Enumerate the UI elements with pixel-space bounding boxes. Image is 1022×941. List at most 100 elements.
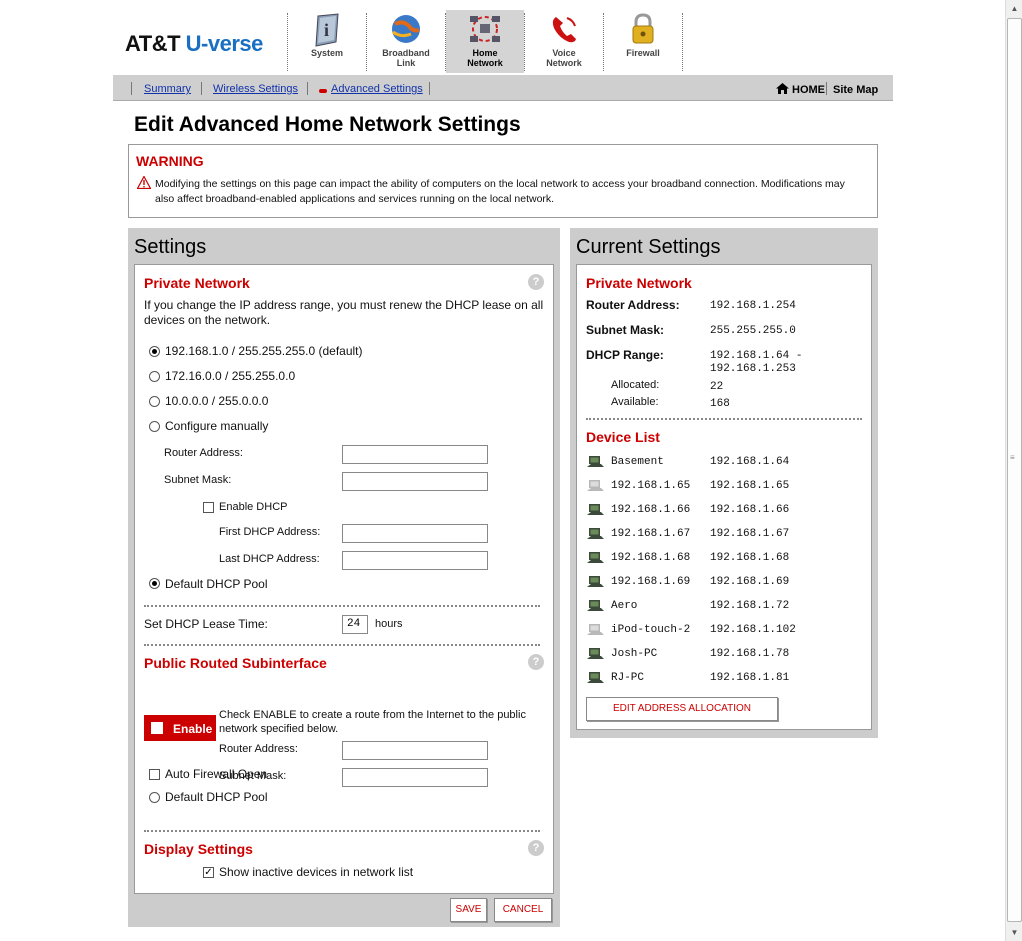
radio-192-network[interactable] (149, 346, 160, 357)
wireless-settings-link[interactable]: Wireless Settings (213, 83, 298, 95)
device-name: 192.168.1.67 (611, 528, 691, 540)
device-name: 192.168.1.69 (611, 576, 691, 588)
current-settings-heading: Current Settings (576, 236, 721, 258)
help-icon[interactable]: ? (528, 654, 544, 670)
first-dhcp-address-input[interactable] (342, 524, 488, 543)
dhcp-range-start: 192.168.1.64 - (710, 350, 803, 362)
auto-firewall-open-checkbox[interactable] (149, 769, 160, 780)
home-link[interactable]: HOME (792, 84, 825, 96)
enable-checkbox[interactable] (151, 722, 163, 734)
device-name: Basement (611, 456, 664, 468)
computer-icon (587, 528, 604, 539)
device-name: 192.168.1.65 (611, 480, 691, 492)
computer-icon (587, 576, 604, 587)
divider (144, 644, 540, 646)
current-settings-content: Private Network Router Address: 192.168.… (576, 264, 872, 730)
device-ip: 192.168.1.67 (710, 528, 790, 540)
device-ip: 192.168.1.66 (710, 504, 790, 516)
device-name: RJ-PC (611, 672, 645, 684)
dhcp-range-end: 192.168.1.253 (710, 363, 796, 375)
tab-home-network[interactable]: Home Network (446, 10, 524, 73)
divider (586, 418, 862, 420)
device-name: Josh-PC (611, 648, 658, 660)
current-subnet-mask: 255.255.255.0 (710, 325, 796, 337)
cancel-button[interactable]: CANCEL (494, 898, 552, 922)
warning-title: WARNING (136, 153, 204, 169)
settings-heading: Settings (134, 236, 207, 258)
device-ip: 192.168.1.64 (710, 456, 790, 468)
public-router-address-input[interactable] (342, 741, 488, 760)
radio-configure-manually[interactable] (149, 421, 160, 432)
enable-public-subinterface-toggle[interactable]: Enable (144, 715, 216, 741)
available-count: 168 (710, 398, 730, 410)
device-name: Aero (611, 600, 638, 612)
computer-icon (587, 648, 604, 659)
enable-dhcp-checkbox[interactable] (203, 502, 214, 513)
globe-icon (389, 12, 423, 46)
main-tabs: i System Broadband Link Home Network Voi… (287, 10, 683, 73)
subnet-mask-input[interactable] (342, 472, 488, 491)
device-ip: 192.168.1.65 (710, 480, 790, 492)
warning-text: Modifying the settings on this page can … (155, 178, 845, 205)
scroll-down-arrow-icon[interactable]: ▼ (1006, 924, 1022, 941)
computer-icon (587, 624, 604, 635)
radio-172-network[interactable] (149, 371, 160, 382)
warning-triangle-icon (137, 176, 151, 189)
last-dhcp-address-input[interactable] (342, 551, 488, 570)
home-network-icon (468, 12, 502, 46)
device-ip: 192.168.1.78 (710, 648, 790, 660)
computer-icon (587, 552, 604, 563)
edit-address-allocation-button[interactable]: EDIT ADDRESS ALLOCATION (586, 697, 778, 721)
public-routed-title: Public Routed Subinterface (144, 655, 327, 671)
summary-link[interactable]: Summary (144, 83, 191, 95)
device-ip: 192.168.1.81 (710, 672, 790, 684)
device-ip: 192.168.1.72 (710, 600, 790, 612)
computer-icon (587, 672, 604, 683)
computer-icon (587, 480, 604, 491)
device-name: 192.168.1.66 (611, 504, 691, 516)
phone-icon (547, 12, 581, 46)
scroll-up-arrow-icon[interactable]: ▲ (1006, 0, 1022, 17)
radio-10-network[interactable] (149, 396, 160, 407)
computer-icon (587, 600, 604, 611)
display-settings-title: Display Settings (144, 841, 253, 857)
advanced-settings-link[interactable]: Advanced Settings (331, 83, 423, 95)
scrollbar-thumb[interactable] (1007, 18, 1022, 922)
router-address-input[interactable] (342, 445, 488, 464)
scroll-grip-icon: ≡ (1010, 453, 1015, 462)
home-icon (776, 83, 789, 94)
device-ip: 192.168.1.68 (710, 552, 790, 564)
public-subnet-mask-input[interactable] (342, 768, 488, 787)
tab-system[interactable]: i System (288, 10, 366, 73)
help-icon[interactable]: ? (528, 840, 544, 856)
radio-default-dhcp-pool[interactable] (149, 578, 160, 589)
page-title: Edit Advanced Home Network Settings (134, 113, 521, 136)
settings-form: Private Network ? If you change the IP a… (134, 264, 554, 894)
site-map-link[interactable]: Site Map (833, 84, 878, 96)
computer-icon (587, 504, 604, 515)
private-network-title: Private Network (144, 275, 250, 291)
tab-voice-network[interactable]: Voice Network (525, 10, 603, 73)
device-ip: 192.168.1.69 (710, 576, 790, 588)
svg-text:i: i (324, 20, 329, 40)
vertical-scrollbar[interactable]: ▲ ≡ ▼ (1005, 0, 1022, 941)
settings-panel: Settings Private Network ? If you change… (128, 228, 560, 927)
device-list-title: Device List (586, 429, 660, 445)
lease-time-label: Set DHCP Lease Time: (144, 617, 268, 631)
save-button[interactable]: SAVE (450, 898, 487, 922)
device-ip: 192.168.1.102 (710, 624, 796, 636)
warning-box: WARNING Modifying the settings on this p… (128, 144, 878, 218)
tab-firewall[interactable]: Firewall (604, 10, 682, 73)
lease-time-input[interactable]: 24 (342, 615, 368, 634)
divider (144, 605, 540, 607)
divider (144, 830, 540, 832)
radio-public-default-dhcp-pool[interactable] (149, 792, 160, 803)
current-private-network-title: Private Network (586, 275, 692, 291)
tab-broadband-link[interactable]: Broadband Link (367, 10, 445, 73)
att-uverse-logo: AT&T U-verse (125, 31, 263, 56)
help-icon[interactable]: ? (528, 274, 544, 290)
padlock-icon (626, 12, 660, 46)
show-inactive-devices-checkbox[interactable]: ✓ (203, 867, 214, 878)
sub-navigation: Summary Wireless Settings Advanced Setti… (113, 75, 893, 101)
private-network-description: If you change the IP address range, you … (144, 298, 544, 327)
